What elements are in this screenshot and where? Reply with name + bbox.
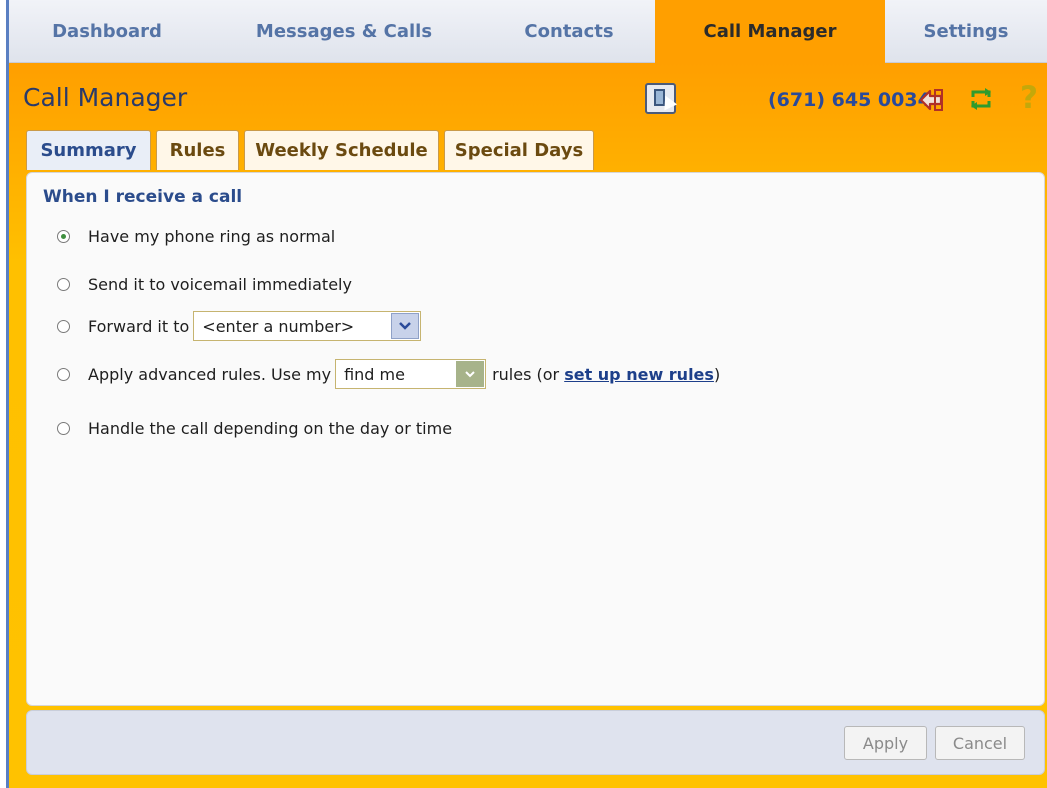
option-ring-normal[interactable]: Have my phone ring as normal	[57, 227, 335, 246]
top-navigation: Dashboard Messages & Calls Contacts Call…	[9, 0, 1047, 63]
forward-number-select[interactable]: <enter a number>	[193, 311, 422, 341]
option-ring-normal-label: Have my phone ring as normal	[88, 227, 336, 246]
option-advanced-rules[interactable]: Apply advanced rules. Use my find me rul…	[57, 359, 720, 389]
option-day-time-label: Handle the call depending on the day or …	[88, 419, 453, 438]
radio-voicemail[interactable]	[57, 278, 70, 291]
radio-ring-normal[interactable]	[57, 230, 70, 243]
radio-advanced-rules[interactable]	[57, 367, 70, 381]
section-heading: When I receive a call	[43, 187, 243, 207]
rules-set-select[interactable]: find me	[335, 359, 487, 389]
nav-tab-messages-calls[interactable]: Messages & Calls	[205, 0, 483, 63]
help-icon[interactable]: ?	[1017, 80, 1041, 116]
set-up-new-rules-link[interactable]: set up new rules	[564, 365, 714, 384]
chevron-down-icon[interactable]	[456, 361, 485, 387]
nav-tab-call-manager[interactable]: Call Manager	[655, 0, 885, 63]
option-day-time[interactable]: Handle the call depending on the day or …	[57, 419, 452, 438]
option-forward-label: Forward it to	[88, 316, 190, 336]
logout-icon[interactable]	[919, 87, 945, 113]
summary-panel: When I receive a call Have my phone ring…	[26, 172, 1045, 706]
option-advanced-prefix: Apply advanced rules. Use my	[88, 364, 332, 384]
phone-number: (671) 645 0034	[768, 89, 931, 111]
apply-button[interactable]: Apply	[844, 726, 927, 760]
phone-book-icon[interactable]	[645, 83, 678, 114]
forward-number-value: <enter a number>	[202, 316, 355, 336]
tab-rules[interactable]: Rules	[156, 130, 239, 170]
app-frame: Dashboard Messages & Calls Contacts Call…	[6, 0, 1047, 788]
nav-tab-contacts[interactable]: Contacts	[483, 0, 655, 63]
action-bar: Apply Cancel	[26, 710, 1045, 775]
page-title: Call Manager	[23, 83, 188, 112]
nav-tab-dashboard[interactable]: Dashboard	[9, 0, 205, 63]
nav-tab-settings[interactable]: Settings	[885, 0, 1047, 63]
option-voicemail[interactable]: Send it to voicemail immediately	[57, 275, 352, 294]
cancel-button[interactable]: Cancel	[935, 726, 1025, 760]
tab-weekly-schedule[interactable]: Weekly Schedule	[244, 130, 439, 170]
radio-day-time[interactable]	[57, 422, 70, 435]
refresh-icon[interactable]	[967, 85, 995, 113]
radio-forward[interactable]	[57, 319, 70, 333]
call-manager-area: Call Manager (671) 645 0034 ? Summary Ru…	[9, 63, 1047, 788]
option-voicemail-label: Send it to voicemail immediately	[88, 275, 352, 294]
option-advanced-middle: rules (or	[492, 364, 565, 384]
chevron-down-icon[interactable]	[391, 313, 420, 339]
rules-set-value: find me	[344, 364, 405, 384]
tab-special-days[interactable]: Special Days	[444, 130, 594, 170]
tab-summary[interactable]: Summary	[26, 130, 151, 170]
option-forward[interactable]: Forward it to <enter a number>	[57, 311, 427, 341]
option-advanced-suffix: )	[713, 364, 721, 384]
